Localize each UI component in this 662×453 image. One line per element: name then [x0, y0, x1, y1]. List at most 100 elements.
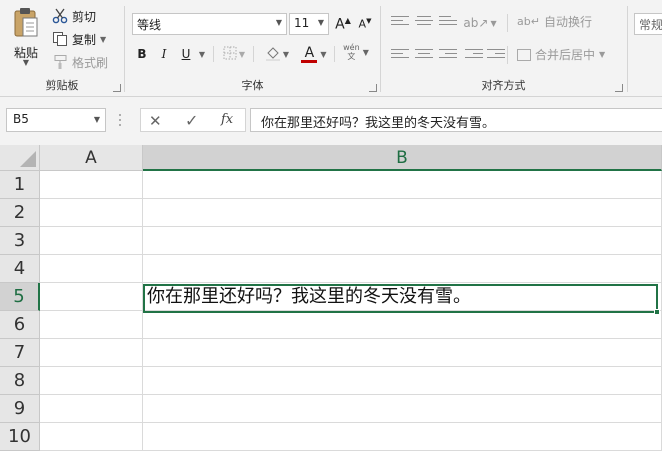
insert-function-icon[interactable]: fx	[221, 112, 233, 127]
decrease-font-size-button[interactable]: A▼	[355, 13, 375, 35]
chevron-down-icon: ▼	[490, 18, 497, 28]
paste-button[interactable]: 粘贴 ▼	[8, 6, 44, 68]
row-header-7[interactable]: 7	[0, 339, 40, 367]
wrap-text-label: 自动换行	[543, 15, 592, 29]
formula-buttons: ✕ ✓ fx	[140, 108, 246, 132]
row-header-1[interactable]: 1	[0, 171, 40, 199]
cell-b3[interactable]	[143, 227, 662, 255]
bold-label: B	[137, 47, 147, 61]
decrease-indent-icon[interactable]	[465, 49, 483, 63]
cell-b9[interactable]	[143, 395, 662, 423]
cell-b6[interactable]	[143, 311, 662, 339]
cell-a1[interactable]	[40, 171, 143, 199]
cell-b1[interactable]	[143, 171, 662, 199]
underline-dropdown[interactable]: ▼	[196, 43, 208, 65]
divider	[507, 14, 508, 32]
font-size-select[interactable]: 11 ▼	[289, 13, 329, 35]
font-name-value: 等线	[137, 18, 162, 32]
cell-b5[interactable]: 你在那里还好吗？我这里的冬天没有雪。	[143, 283, 662, 311]
font-color-icon: A	[301, 45, 318, 63]
row-header-3[interactable]: 3	[0, 227, 40, 255]
cell-a7[interactable]	[40, 339, 143, 367]
cell-a5[interactable]	[40, 283, 143, 311]
phonetic-guide-button[interactable]: wén 文 ▼	[339, 41, 373, 63]
border-icon	[223, 46, 237, 63]
cell-a6[interactable]	[40, 311, 143, 339]
orientation-button[interactable]: ab↗ ▼	[463, 12, 497, 34]
chevron-down-icon: ▼	[22, 58, 30, 67]
dialog-launcher-icon[interactable]	[369, 84, 377, 92]
cell-a10[interactable]	[40, 423, 143, 451]
name-box[interactable]: B5 ▼	[6, 108, 106, 132]
fill-color-button[interactable]: ▼	[261, 43, 293, 65]
chevron-down-icon: ▼	[320, 49, 327, 59]
bold-button[interactable]: B	[133, 43, 151, 65]
increase-indent-icon[interactable]	[487, 49, 505, 63]
cell-a9[interactable]	[40, 395, 143, 423]
cell-b7[interactable]	[143, 339, 662, 367]
cut-button[interactable]: 剪切	[52, 6, 96, 26]
column-header-a[interactable]: A	[40, 145, 143, 171]
cell-b10[interactable]	[143, 423, 662, 451]
italic-label: I	[161, 47, 167, 61]
grow-font-icon: A▲	[335, 15, 351, 33]
format-painter-button[interactable]: 格式刷	[52, 52, 108, 72]
row-header-10[interactable]: 10	[0, 423, 40, 451]
select-all-corner[interactable]	[0, 145, 40, 171]
formula-input[interactable]: 你在那里还好吗？我这里的冬天没有雪。	[250, 108, 662, 132]
copy-button[interactable]: 复制 ▼	[52, 29, 106, 49]
fill-handle[interactable]	[654, 309, 660, 315]
chevron-down-icon: ▼	[362, 47, 369, 57]
number-format-select[interactable]: 常规	[634, 13, 662, 35]
row-header-5[interactable]: 5	[0, 283, 40, 311]
merge-cells-icon	[517, 48, 531, 61]
more-options-icon[interactable]	[118, 113, 122, 127]
chevron-down-icon: ▼	[238, 49, 246, 59]
cell-b2[interactable]	[143, 199, 662, 227]
wrap-text-button[interactable]: ab↵ 自动换行	[517, 13, 592, 30]
align-center-icon[interactable]	[415, 49, 433, 63]
row-header-6[interactable]: 6	[0, 311, 40, 339]
cell-a2[interactable]	[40, 199, 143, 227]
increase-font-size-button[interactable]: A▲	[333, 13, 353, 35]
cell-b8[interactable]	[143, 367, 662, 395]
align-top-icon[interactable]	[391, 16, 409, 30]
shrink-font-icon: A▼	[358, 17, 372, 31]
worksheet-grid: A B 1 2 3 4 5 6 7 8 9 10 你在那里还好吗？我这里的冬天没…	[0, 145, 662, 453]
wrap-text-icon: ab↵	[517, 15, 540, 28]
cell-b4[interactable]	[143, 255, 662, 283]
scissors-icon	[52, 8, 68, 24]
format-painter-label: 格式刷	[72, 55, 109, 70]
row-header-8[interactable]: 8	[0, 367, 40, 395]
align-middle-icon[interactable]	[415, 16, 433, 30]
font-color-button[interactable]: A ▼	[297, 43, 331, 65]
underline-button[interactable]: U	[177, 43, 195, 65]
cell-a4[interactable]	[40, 255, 143, 283]
row-header-2[interactable]: 2	[0, 199, 40, 227]
chevron-down-icon: ▼	[599, 50, 606, 59]
borders-button[interactable]: ▼	[220, 43, 248, 65]
phonetic-icon: wén 文	[343, 43, 360, 61]
divider	[334, 46, 335, 62]
cell-a3[interactable]	[40, 227, 143, 255]
font-name-select[interactable]: 等线 ▼	[132, 13, 287, 35]
align-bottom-icon[interactable]	[439, 16, 457, 30]
cell-a8[interactable]	[40, 367, 143, 395]
alignment-group-label: 对齐方式	[481, 79, 526, 92]
cancel-icon[interactable]: ✕	[149, 112, 162, 130]
divider	[213, 46, 214, 62]
dialog-launcher-icon[interactable]	[113, 84, 121, 92]
row-header-4[interactable]: 4	[0, 255, 40, 283]
paintbrush-icon	[52, 54, 68, 70]
formula-bar-row: B5 ▼ ✕ ✓ fx 你在那里还好吗？我这里的冬天没有雪。	[0, 97, 662, 145]
align-right-icon[interactable]	[439, 49, 457, 63]
row-header-9[interactable]: 9	[0, 395, 40, 423]
dialog-launcher-icon[interactable]	[615, 84, 623, 92]
chevron-down-icon[interactable]: ▼	[100, 35, 106, 44]
align-left-icon[interactable]	[391, 49, 409, 63]
enter-check-icon[interactable]: ✓	[185, 111, 198, 130]
italic-button[interactable]: I	[155, 43, 173, 65]
merge-center-button[interactable]: 合并后居中 ▼	[517, 46, 605, 63]
column-header-b[interactable]: B	[143, 145, 662, 171]
clipboard-group: 粘贴 ▼ 剪切 复制 ▼ 格式刷 剪贴板	[0, 0, 124, 97]
